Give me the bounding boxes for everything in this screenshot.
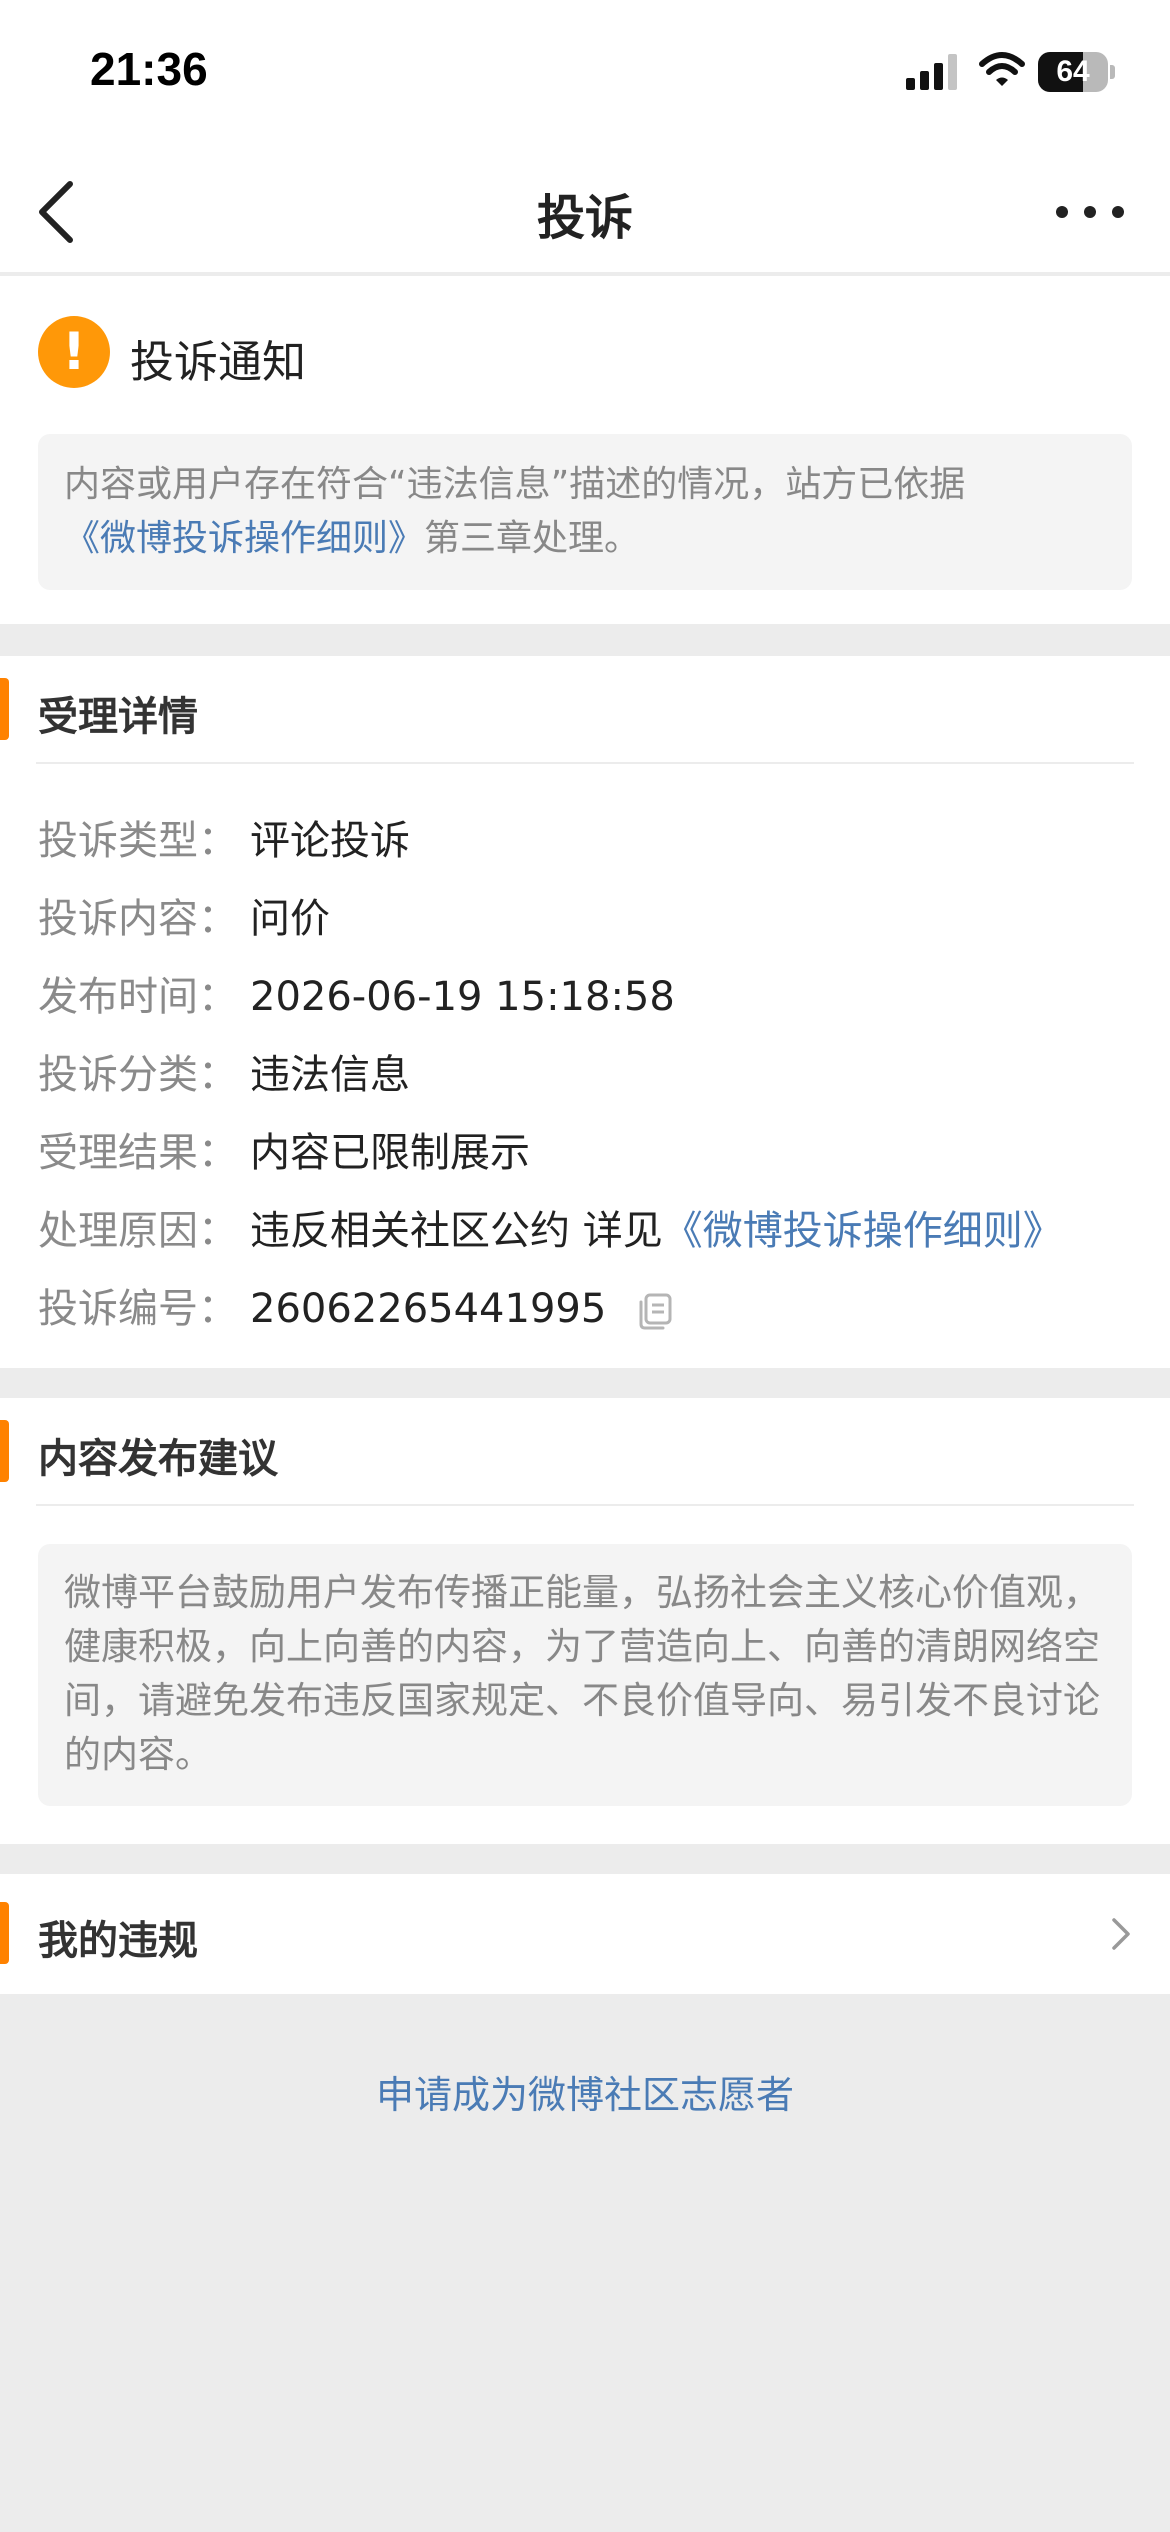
detail-label: 受理结果： <box>38 1130 238 1176</box>
suggestion-text: 微博平台鼓励用户发布传播正能量，弘扬社会主义核心价值观，健康积极，向上向善的内容… <box>38 1544 1132 1806</box>
details-header: 受理详情 <box>0 656 1170 764</box>
detail-row-number: 投诉编号： 26062265441995 <box>38 1276 673 1336</box>
detail-value: 违法信息 <box>250 1052 410 1098</box>
rules-link[interactable]: 《微博投诉操作细则》 <box>64 518 424 559</box>
detail-label: 投诉内容： <box>38 896 238 942</box>
detail-row-type: 投诉类型： 评论投诉 <box>38 808 410 868</box>
suggestion-section: 内容发布建议 微博平台鼓励用户发布传播正能量，弘扬社会主义核心价值观，健康积极，… <box>0 1398 1170 1844</box>
detail-value: 2026-06-19 15:18:58 <box>250 974 675 1020</box>
signal-icon <box>906 54 957 90</box>
notice-title: 投诉通知 <box>130 337 306 388</box>
status-bar: 21:36 64 <box>0 0 1170 150</box>
detail-label: 投诉编号： <box>38 1286 238 1332</box>
detail-row-content: 投诉内容： 问价 <box>38 886 330 946</box>
detail-label: 处理原因： <box>38 1208 238 1254</box>
chevron-right-icon <box>1112 1918 1130 1950</box>
notice-message: 内容或用户存在符合“违法信息”描述的情况，站方已依据 《微博投诉操作细则》第三章… <box>38 434 1132 590</box>
detail-value: 评论投诉 <box>250 818 410 864</box>
section-accent <box>0 1420 9 1482</box>
battery-icon: 64 <box>1038 52 1115 92</box>
details-title: 受理详情 <box>38 694 198 740</box>
detail-row-category: 投诉分类： 违法信息 <box>38 1042 410 1102</box>
section-accent <box>0 1902 9 1964</box>
detail-value: 违反相关社区公约 详见 <box>250 1208 663 1254</box>
detail-row-result: 受理结果： 内容已限制展示 <box>38 1120 530 1180</box>
suggestion-header: 内容发布建议 <box>0 1398 1170 1506</box>
detail-label: 投诉类型： <box>38 818 238 864</box>
divider <box>36 762 1134 764</box>
page-title: 投诉 <box>536 190 633 246</box>
divider <box>36 1504 1134 1506</box>
detail-row-time: 发布时间： 2026-06-19 15:18:58 <box>38 964 675 1024</box>
volunteer-link[interactable]: 申请成为微博社区志愿者 <box>0 2064 1170 2119</box>
detail-label: 发布时间： <box>38 974 238 1020</box>
detail-row-reason: 处理原因： 违反相关社区公约 详见《微博投诉操作细则》 <box>38 1198 1063 1258</box>
my-violations-title: 我的违规 <box>38 1918 198 1964</box>
notice-text-after: 第三章处理。 <box>424 518 641 559</box>
section-accent <box>0 678 9 740</box>
detail-value: 问价 <box>250 896 330 942</box>
copy-icon[interactable] <box>637 1292 673 1330</box>
suggestion-title: 内容发布建议 <box>38 1436 278 1482</box>
details-section: 受理详情 投诉类型： 评论投诉 投诉内容： 问价 发布时间： 2026-06-19 1… <box>0 656 1170 1368</box>
detail-value: 内容已限制展示 <box>250 1130 530 1176</box>
battery-percentage: 64 <box>1056 55 1090 88</box>
wifi-icon <box>979 52 1025 86</box>
more-icon[interactable] <box>1052 190 1128 234</box>
my-violations-row[interactable]: 我的违规 <box>0 1874 1170 1994</box>
nav-bar: 投诉 <box>0 150 1170 274</box>
notice-section: ! 投诉通知 内容或用户存在符合“违法信息”描述的情况，站方已依据 《微博投诉操… <box>0 276 1170 624</box>
status-time: 21:36 <box>90 43 208 95</box>
rules-link[interactable]: 《微博投诉操作细则》 <box>663 1208 1063 1254</box>
detail-value: 26062265441995 <box>250 1286 607 1332</box>
detail-label: 投诉分类： <box>38 1052 238 1098</box>
notice-text: 内容或用户存在符合“违法信息”描述的情况，站方已依据 <box>64 464 966 505</box>
exclamation-icon: ! <box>38 316 110 388</box>
